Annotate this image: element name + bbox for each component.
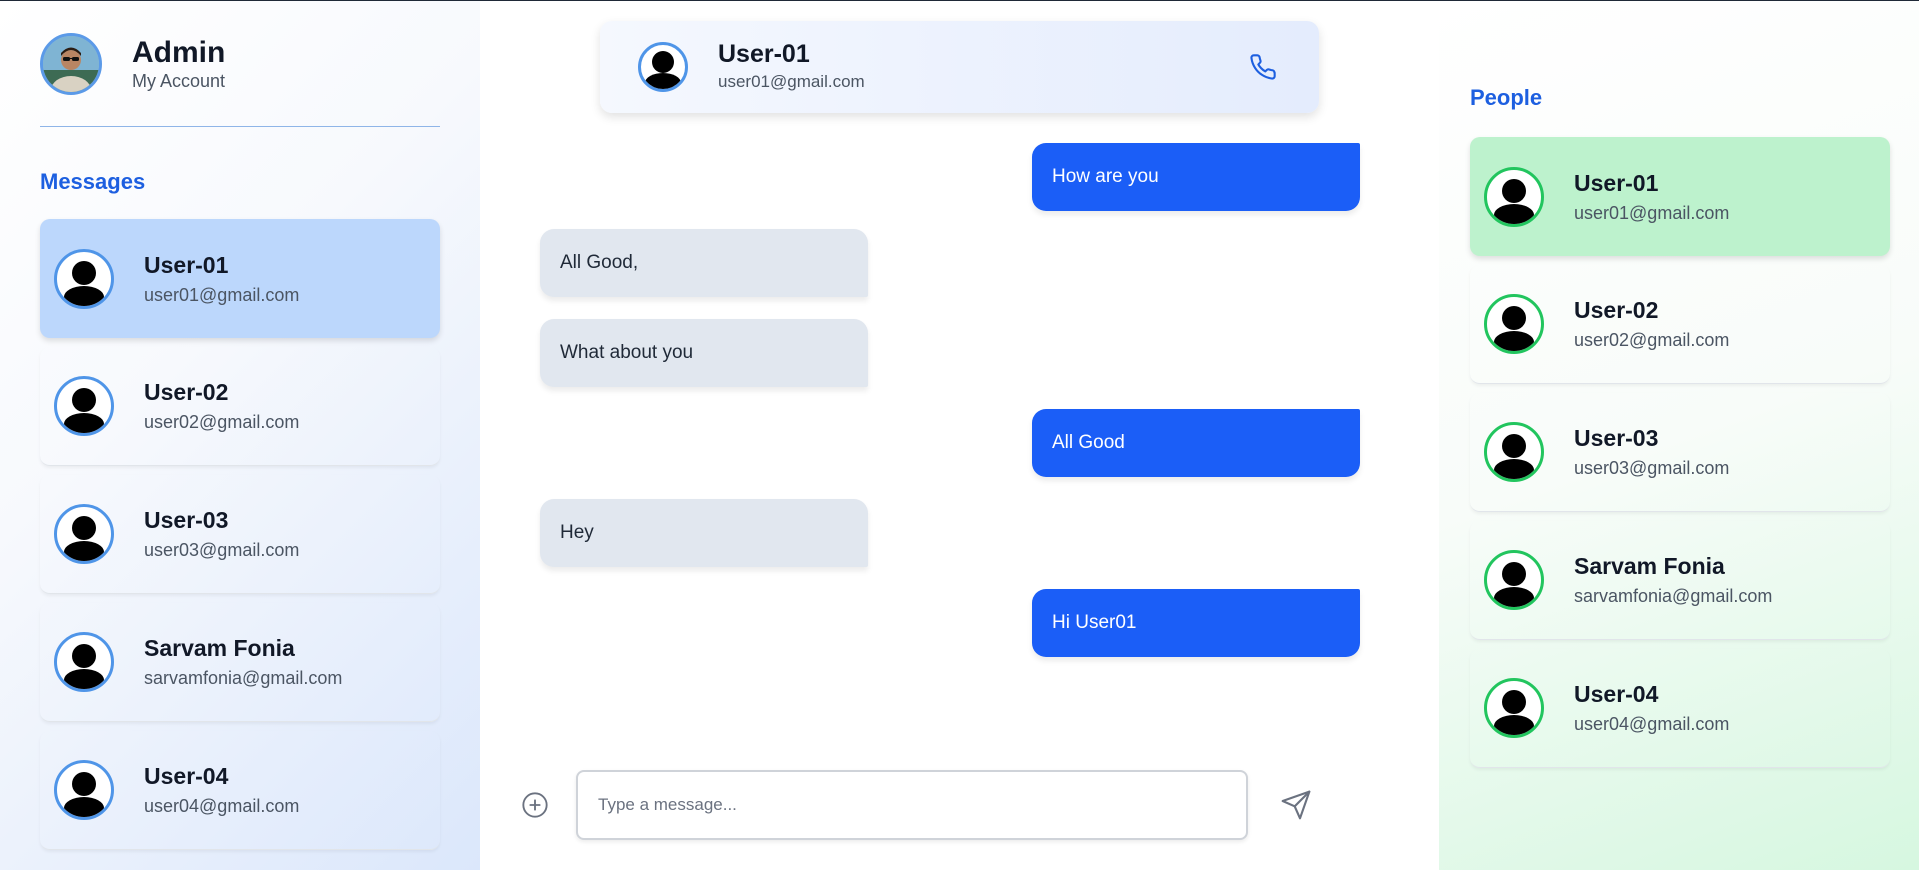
plus-circle-icon[interactable] — [520, 790, 550, 820]
user-avatar-icon — [54, 376, 114, 436]
contact-email: user04@gmail.com — [144, 796, 300, 816]
user-avatar-icon — [1484, 422, 1544, 482]
outgoing-message: Hi User01 — [1032, 589, 1360, 657]
people-list: User-01 user01@gmail.com User-02 user02@… — [1470, 137, 1890, 768]
user-avatar-icon — [638, 42, 688, 92]
incoming-message: All Good, — [540, 229, 868, 297]
contact-name: User-01 — [144, 251, 229, 278]
messages-sidebar: Admin My Account Messages User-01 user01… — [0, 1, 480, 870]
contact-email: user02@gmail.com — [1574, 330, 1730, 350]
people-contact-user-01[interactable]: User-01 user01@gmail.com — [1470, 137, 1890, 256]
people-contact-user-02[interactable]: User-02 user02@gmail.com — [1470, 265, 1890, 384]
messages-title: Messages — [40, 169, 146, 194]
people-contact-user-03[interactable]: User-03 user03@gmail.com — [1470, 393, 1890, 512]
user-avatar-icon — [1484, 678, 1544, 738]
message-contact-user-04[interactable]: User-04 user04@gmail.com — [40, 731, 440, 850]
contact-name: User-01 — [1574, 169, 1659, 196]
message-contact-user-03[interactable]: User-03 user03@gmail.com — [40, 475, 440, 594]
contact-email: user03@gmail.com — [144, 540, 300, 560]
user-avatar-icon — [1484, 550, 1544, 610]
people-contact-user-04[interactable]: User-04 user04@gmail.com — [1470, 649, 1890, 768]
admin-name: Admin — [132, 36, 226, 69]
contact-name: User-03 — [144, 507, 229, 533]
outgoing-message: All Good — [1032, 409, 1360, 477]
message-contact-user-02[interactable]: User-02 user02@gmail.com — [40, 347, 440, 466]
messages-list: User-01 user01@gmail.com User-02 user02@… — [40, 219, 440, 850]
contact-name: User-04 — [1574, 681, 1659, 707]
contact-email: sarvamfonia@gmail.com — [1574, 586, 1773, 606]
incoming-message: What about you — [540, 319, 868, 387]
message-composer — [520, 769, 1380, 841]
message-contact-sarvam-fonia[interactable]: Sarvam Fonia sarvamfonia@gmail.com — [40, 603, 440, 722]
people-title: People — [1470, 85, 1543, 110]
contact-name: User-02 — [144, 379, 229, 405]
people-sidebar: People User-01 user01@gmail.com User-02 … — [1439, 1, 1919, 870]
contact-email: user01@gmail.com — [144, 284, 300, 305]
contact-email: user03@gmail.com — [1574, 458, 1730, 478]
user-avatar-icon — [1484, 294, 1544, 354]
user-avatar-icon — [54, 760, 114, 820]
chat-header-name: User-01 — [718, 40, 810, 68]
sidebar-divider — [40, 126, 440, 127]
incoming-message: Hey — [540, 499, 868, 567]
send-icon[interactable] — [1278, 787, 1314, 823]
contact-email: user02@gmail.com — [144, 412, 300, 432]
contact-name: Sarvam Fonia — [1574, 553, 1725, 579]
message-input[interactable] — [576, 770, 1248, 840]
chat-header: User-01 user01@gmail.com — [600, 21, 1319, 113]
contact-name: User-03 — [1574, 425, 1659, 451]
user-avatar-icon — [54, 504, 114, 564]
contact-email: user01@gmail.com — [1574, 202, 1730, 223]
people-contact-sarvam-fonia[interactable]: Sarvam Fonia sarvamfonia@gmail.com — [1470, 521, 1890, 640]
phone-icon[interactable] — [1247, 51, 1279, 83]
outgoing-message: How are you — [1032, 143, 1360, 211]
user-avatar-icon — [54, 248, 114, 309]
admin-profile[interactable]: Admin My Account — [40, 32, 225, 96]
contact-name: User-04 — [144, 763, 229, 789]
contact-email: sarvamfonia@gmail.com — [144, 668, 343, 688]
chat-header-email: user01@gmail.com — [718, 72, 865, 91]
admin-subtitle: My Account — [132, 71, 226, 91]
contact-name: User-02 — [1574, 297, 1659, 323]
contact-name: Sarvam Fonia — [144, 635, 295, 661]
admin-avatar[interactable] — [40, 33, 102, 95]
user-avatar-icon — [54, 632, 114, 692]
chat-area: User-01 user01@gmail.com How are you All… — [480, 1, 1439, 870]
message-contact-user-01[interactable]: User-01 user01@gmail.com — [40, 219, 440, 338]
contact-email: user04@gmail.com — [1574, 714, 1730, 734]
user-avatar-icon — [1484, 166, 1544, 227]
